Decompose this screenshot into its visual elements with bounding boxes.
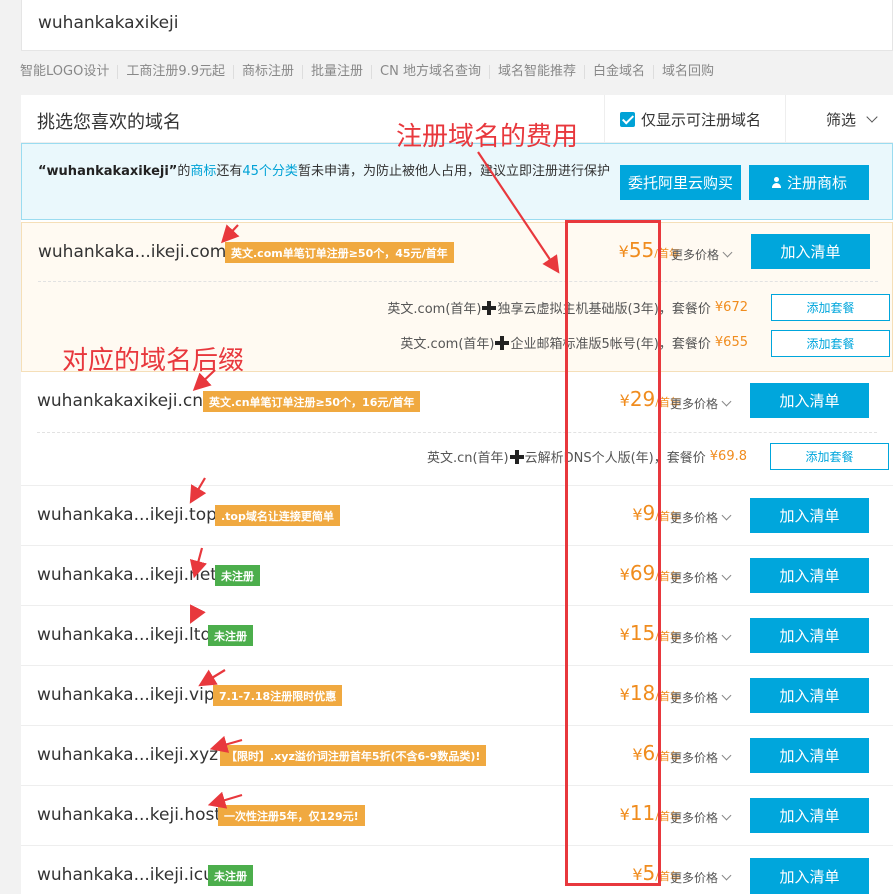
add-to-list-button[interactable]: 加入清单: [750, 383, 869, 418]
trademark-notice: “wuhankakaxikeji”的商标还有45个分类暂未申请，为防止被他人占用…: [21, 143, 893, 220]
chevron-down-icon: [721, 630, 732, 641]
chevron-down-icon: [721, 396, 732, 407]
annotation-fee: 注册域名的费用: [396, 122, 579, 152]
filter-label: 筛选: [826, 110, 857, 129]
promo-tag: 【限时】.xyz溢价词注册首年5折(不含6-9数品类)!: [220, 745, 487, 766]
search-query[interactable]: wuhankakaxikeji: [38, 13, 179, 33]
domain-row-net: wuhankaka...ikeji.net 未注册 ¥69/首年 更多价格 加入…: [21, 546, 893, 606]
add-bundle-button[interactable]: 添加套餐: [771, 294, 890, 321]
add-to-list-button[interactable]: 加入清单: [750, 678, 869, 713]
add-to-list-button[interactable]: 加入清单: [750, 798, 869, 833]
promo-tag: 一次性注册5年，仅129元!: [218, 805, 365, 826]
quicklink-bulk-register[interactable]: 批量注册: [302, 65, 371, 79]
status-badge: 未注册: [215, 565, 260, 586]
register-trademark-button[interactable]: 注册商标: [749, 165, 869, 200]
more-prices-link[interactable]: 更多价格: [670, 689, 732, 706]
plus-icon: [482, 300, 497, 315]
notice-text-3: 暂未申请，为防止被他人占用，建议立即注册进行保护: [297, 164, 610, 179]
chevron-down-icon: [721, 810, 732, 821]
add-to-list-button[interactable]: 加入清单: [751, 234, 870, 269]
notice-text-1: 的: [177, 164, 191, 179]
chevron-down-icon: [721, 870, 732, 881]
annotation-suffix: 对应的域名后缀: [62, 346, 245, 376]
chevron-down-icon: [722, 247, 733, 258]
add-bundle-button[interactable]: 添加套餐: [771, 330, 890, 357]
register-trademark-label: 注册商标: [786, 174, 847, 192]
plus-icon: [509, 449, 524, 464]
more-prices-link[interactable]: 更多价格: [670, 569, 732, 586]
domain-results-panel: 挑选您喜欢的域名 仅显示可注册域名 筛选 “wuhankakaxikeji”的商…: [21, 95, 893, 894]
only-available-label: 仅显示可注册域名: [641, 110, 762, 129]
panel-title: 挑选您喜欢的域名: [37, 112, 181, 133]
status-badge: 未注册: [208, 625, 253, 646]
promo-tag: 英文.com单笔订单注册≥50个，45元/首年: [225, 242, 454, 263]
notice-categories-link[interactable]: 45个分类: [242, 164, 298, 179]
quicklink-cn-local[interactable]: CN 地方域名查询: [371, 65, 489, 79]
domain-name: wuhankaka...ikeji.net: [37, 565, 217, 585]
domain-row-cn: wuhankakaxikeji.cn 英文.cn单笔订单注册≥50个，16元/首…: [21, 372, 893, 486]
filter-dropdown[interactable]: 筛选: [806, 95, 893, 143]
quicklink-logo-design[interactable]: 智能LOGO设计: [20, 65, 117, 79]
domain-name: wuhankaka...keji.host: [37, 805, 222, 825]
notice-trademark-link[interactable]: 商标: [190, 164, 216, 179]
domain-name: wuhankaka...ikeji.com: [38, 242, 227, 262]
chevron-down-icon: [721, 690, 732, 701]
add-to-list-button[interactable]: 加入清单: [750, 618, 869, 653]
add-bundle-button[interactable]: 添加套餐: [770, 443, 889, 470]
add-to-list-button[interactable]: 加入清单: [750, 558, 869, 593]
domain-name: wuhankaka...ikeji.top: [37, 505, 217, 525]
chevron-down-icon: [866, 111, 878, 123]
plus-icon: [495, 335, 510, 350]
domain-row-xyz: wuhankaka...ikeji.xyz 【限时】.xyz溢价词注册首年5折(…: [21, 726, 893, 786]
domain-name: wuhankaka...ikeji.icu: [37, 865, 214, 885]
domain-name: wuhankaka...ikeji.vip: [37, 685, 215, 705]
add-to-list-button[interactable]: 加入清单: [750, 858, 869, 894]
more-prices-link[interactable]: 更多价格: [670, 629, 732, 646]
chevron-down-icon: [721, 570, 732, 581]
more-prices-link[interactable]: 更多价格: [670, 509, 732, 526]
more-prices-link[interactable]: 更多价格: [670, 395, 732, 412]
price-highlight-box: [565, 220, 661, 886]
domain-row-vip: wuhankaka...ikeji.vip 7.1-7.18注册限时优惠 ¥18…: [21, 666, 893, 726]
search-box[interactable]: wuhankakaxikeji: [21, 0, 893, 51]
promo-tag: 7.1-7.18注册限时优惠: [213, 685, 343, 706]
bundle-offer: 英文.cn(首年) 云解析DNS个人版(年)， 套餐价 ¥69.8 添加套餐: [37, 432, 889, 470]
add-to-list-button[interactable]: 加入清单: [750, 738, 869, 773]
promo-tag: .top域名让连接更简单: [215, 505, 340, 526]
domain-name: wuhankaka...ikeji.ltd: [37, 625, 212, 645]
more-prices-link[interactable]: 更多价格: [670, 749, 732, 766]
quicklinks-bar: 智能LOGO设计 工商注册9.9元起 商标注册 批量注册 CN 地方域名查询 域…: [20, 62, 722, 82]
chevron-down-icon: [721, 750, 732, 761]
entrust-purchase-button[interactable]: 委托阿里云购买: [620, 165, 741, 200]
notice-brand: “wuhankakaxikeji”: [38, 164, 178, 179]
more-prices-link[interactable]: 更多价格: [671, 246, 733, 263]
quicklink-smart-recommend[interactable]: 域名智能推荐: [488, 65, 584, 79]
domain-row-icu: wuhankaka...ikeji.icu 未注册 ¥5/首年 更多价格 加入清…: [21, 846, 893, 894]
domain-row-host: wuhankaka...keji.host 一次性注册5年，仅129元! ¥11…: [21, 786, 893, 846]
promo-tag: 英文.cn单笔订单注册≥50个，16元/首年: [203, 391, 421, 412]
quicklink-business-registration[interactable]: 工商注册9.9元起: [117, 65, 233, 79]
domain-row-top: wuhankaka...ikeji.top .top域名让连接更简单 ¥9/首年…: [21, 486, 893, 546]
page: wuhankakaxikeji 智能LOGO设计 工商注册9.9元起 商标注册 …: [0, 0, 893, 894]
user-icon: [771, 176, 782, 189]
domain-row-ltd: wuhankaka...ikeji.ltd 未注册 ¥15/首年 更多价格 加入…: [21, 606, 893, 666]
checkbox-checked-icon[interactable]: [620, 111, 635, 127]
only-available-toggle[interactable]: 仅显示可注册域名: [604, 95, 786, 143]
quicklink-buyback[interactable]: 域名回购: [653, 65, 722, 79]
status-badge: 未注册: [208, 865, 253, 886]
domain-name: wuhankaka...ikeji.xyz: [37, 745, 219, 765]
notice-text-2: 还有: [216, 164, 243, 179]
domain-name: wuhankakaxikeji.cn: [37, 391, 204, 411]
more-prices-link[interactable]: 更多价格: [670, 869, 732, 886]
notice-text: “wuhankakaxikeji”的商标还有45个分类暂未申请，为防止被他人占用…: [38, 160, 618, 183]
more-prices-link[interactable]: 更多价格: [670, 809, 732, 826]
quicklink-platinum[interactable]: 白金域名: [584, 65, 653, 79]
bundle-offer: 英文.com(首年) 独享云虚拟主机基础版(3年)， 套餐价 ¥672 添加套餐: [38, 281, 890, 321]
add-to-list-button[interactable]: 加入清单: [750, 498, 869, 533]
chevron-down-icon: [721, 510, 732, 521]
quicklink-trademark[interactable]: 商标注册: [233, 65, 302, 79]
